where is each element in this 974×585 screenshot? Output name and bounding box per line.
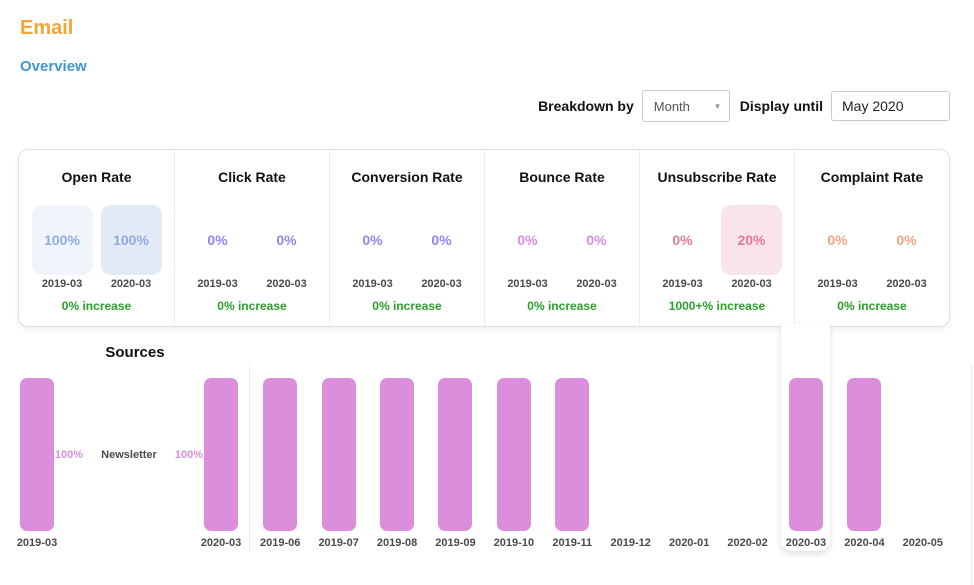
period-label-previous: 2019-03: [497, 278, 558, 290]
bar-2020-04[interactable]: [847, 378, 881, 531]
metric-title: Open Rate: [19, 169, 174, 185]
bar-label-2020-01: 2020-01: [659, 537, 719, 549]
email-analytics-page: Email Overview Breakdown by Month ▾ Disp…: [0, 0, 974, 585]
metric-values-row: 100% 100%: [19, 205, 174, 275]
metric-card: Bounce Rate 0% 0% 2019-03 2020-03 0% inc…: [484, 150, 639, 326]
bar-2019-09[interactable]: [438, 378, 472, 531]
metric-value-current: 0%: [256, 205, 317, 275]
period-label-previous: 2019-03: [32, 278, 93, 290]
period-label-current: 2020-03: [411, 278, 472, 290]
increase-badge: 0% increase: [19, 299, 174, 313]
metric-value-previous: 0%: [497, 205, 558, 275]
metric-title: Unsubscribe Rate: [640, 169, 794, 185]
increase-badge: 0% increase: [175, 299, 329, 313]
period-label-previous: 2019-03: [187, 278, 248, 290]
increase-badge: 0% increase: [795, 299, 949, 313]
metric-value-current: 100%: [101, 205, 162, 275]
metric-periods-row: 2019-03 2020-03: [485, 278, 639, 290]
metric-title: Click Rate: [175, 169, 329, 185]
metric-card: Conversion Rate 0% 0% 2019-03 2020-03 0%…: [329, 150, 484, 326]
metric-periods-row: 2019-03 2020-03: [330, 278, 484, 290]
increase-badge: 0% increase: [330, 299, 484, 313]
comparison-value-label-current: 100%: [175, 449, 203, 461]
bar-label-2020-03: 2020-03: [776, 537, 836, 549]
bar-2019-03[interactable]: [20, 378, 54, 531]
period-label-previous: 2019-03: [652, 278, 713, 290]
metric-value-previous: 0%: [807, 205, 868, 275]
period-label-previous: 2019-03: [807, 278, 868, 290]
increase-badge: 1000+% increase: [640, 299, 794, 313]
comparison-source-label: Newsletter: [101, 449, 157, 461]
metric-value-previous: 0%: [652, 205, 713, 275]
metric-title: Conversion Rate: [330, 169, 484, 185]
bar-2020-03[interactable]: [204, 378, 238, 531]
metric-periods-row: 2019-03 2020-03: [19, 278, 174, 290]
metric-title: Complaint Rate: [795, 169, 949, 185]
bar-label-2020-03: 2020-03: [191, 537, 251, 549]
chart-section-divider: [249, 364, 250, 552]
period-label-current: 2020-03: [566, 278, 627, 290]
bar-label-2019-10: 2019-10: [484, 537, 544, 549]
chart-right-border: [971, 364, 972, 585]
bar-2020-03[interactable]: [789, 378, 823, 531]
bar-label-2019-06: 2019-06: [250, 537, 310, 549]
bar-label-2019-09: 2019-09: [425, 537, 485, 549]
bar-2019-06[interactable]: [263, 378, 297, 531]
metric-title: Bounce Rate: [485, 169, 639, 185]
period-label-current: 2020-03: [876, 278, 937, 290]
metric-card: Complaint Rate 0% 0% 2019-03 2020-03 0% …: [794, 150, 949, 326]
bar-label-2020-02: 2020-02: [718, 537, 778, 549]
bar-label-2020-04: 2020-04: [834, 537, 894, 549]
metric-card: Click Rate 0% 0% 2019-03 2020-03 0% incr…: [174, 150, 329, 326]
metric-values-row: 0% 20%: [640, 205, 794, 275]
metric-values-row: 0% 0%: [795, 205, 949, 275]
metric-periods-row: 2019-03 2020-03: [640, 278, 794, 290]
bar-label-2019-03: 2019-03: [7, 537, 67, 549]
bar-2019-10[interactable]: [497, 378, 531, 531]
metric-value-previous: 0%: [342, 205, 403, 275]
bar-2019-11[interactable]: [555, 378, 589, 531]
comparison-value-label-previous: 100%: [55, 449, 83, 461]
increase-badge: 0% increase: [485, 299, 639, 313]
bar-label-2019-08: 2019-08: [367, 537, 427, 549]
metric-periods-row: 2019-03 2020-03: [795, 278, 949, 290]
metric-values-row: 0% 0%: [330, 205, 484, 275]
period-label-current: 2020-03: [721, 278, 782, 290]
metrics-tooltip-panel: Open Rate 100% 100% 2019-03 2020-03 0% i…: [18, 149, 950, 327]
bar-2019-07[interactable]: [322, 378, 356, 531]
metric-periods-row: 2019-03 2020-03: [175, 278, 329, 290]
period-label-current: 2020-03: [101, 278, 162, 290]
metric-values-row: 0% 0%: [175, 205, 329, 275]
period-label-current: 2020-03: [256, 278, 317, 290]
metric-value-current: 0%: [566, 205, 627, 275]
period-label-previous: 2019-03: [342, 278, 403, 290]
metric-value-current: 20%: [721, 205, 782, 275]
bar-label-2019-11: 2019-11: [542, 537, 602, 549]
metric-value-current: 0%: [411, 205, 472, 275]
metric-value-current: 0%: [876, 205, 937, 275]
metric-value-previous: 0%: [187, 205, 248, 275]
metric-card: Unsubscribe Rate 0% 20% 2019-03 2020-03 …: [639, 150, 794, 326]
bar-2019-08[interactable]: [380, 378, 414, 531]
metric-value-previous: 100%: [32, 205, 93, 275]
bar-label-2020-05: 2020-05: [893, 537, 953, 549]
metric-values-row: 0% 0%: [485, 205, 639, 275]
metric-card: Open Rate 100% 100% 2019-03 2020-03 0% i…: [19, 150, 174, 326]
bar-label-2019-07: 2019-07: [309, 537, 369, 549]
bar-label-2019-12: 2019-12: [601, 537, 661, 549]
